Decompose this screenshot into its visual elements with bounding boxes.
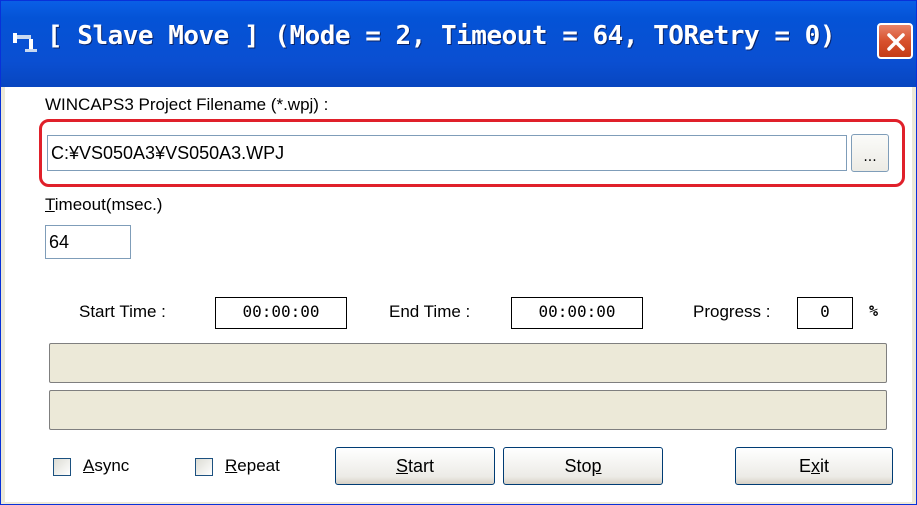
exit-button-rest: it: [820, 456, 829, 476]
end-time-label: End Time :: [389, 302, 471, 321]
progress-bar-secondary: [49, 390, 887, 430]
start-button-key: S: [395, 456, 408, 476]
start-time-value: 00:00:00: [215, 297, 347, 329]
start-time-label: Start Time :: [79, 302, 166, 321]
slave-move-dialog: [ Slave Move ] (Mode = 2, Timeout = 64, …: [0, 0, 917, 505]
close-icon: [887, 33, 905, 51]
exit-button-key: x: [811, 456, 820, 476]
timeout-label-key: T: [45, 195, 55, 214]
project-filename-input[interactable]: C:¥VS050A3¥VS050A3.WPJ: [47, 135, 847, 171]
progress-bar-primary: [49, 343, 887, 383]
stop-button[interactable]: Stop: [503, 447, 663, 485]
timeout-input[interactable]: 64: [45, 225, 131, 259]
title-bar[interactable]: [ Slave Move ] (Mode = 2, Timeout = 64, …: [1, 1, 916, 87]
end-time-value: 00:00:00: [511, 297, 643, 329]
async-label[interactable]: Async: [83, 456, 129, 476]
async-checkbox[interactable]: [53, 458, 71, 476]
repeat-checkbox[interactable]: [195, 458, 213, 476]
window-title: [ Slave Move ] (Mode = 2, Timeout = 64, …: [47, 21, 835, 51]
progress-label: Progress :: [693, 302, 771, 321]
stop-button-pre: Sto: [564, 456, 592, 476]
async-label-rest: sync: [94, 456, 130, 475]
repeat-label-key: R: [225, 456, 238, 475]
browse-button[interactable]: ...: [851, 134, 889, 172]
repeat-label-rest: epeat: [237, 456, 280, 475]
project-filename-label: WINCAPS3 Project Filename (*.wpj) :: [45, 95, 329, 114]
exit-button[interactable]: Exit: [735, 447, 893, 485]
exit-button-pre: E: [798, 456, 811, 476]
repeat-label[interactable]: Repeat: [225, 456, 280, 476]
stop-button-key: p: [591, 456, 602, 476]
dialog-body: WINCAPS3 Project Filename (*.wpj) : C:¥V…: [5, 87, 912, 502]
timeout-label-rest: imeout(msec.): [54, 195, 163, 214]
progress-value: 0: [797, 297, 853, 329]
async-label-key: A: [83, 456, 95, 475]
start-button[interactable]: Start: [335, 447, 495, 485]
close-button[interactable]: [877, 23, 913, 59]
progress-percent-unit: %: [869, 302, 879, 320]
timeout-label: Timeout(msec.): [45, 195, 162, 215]
robot-arm-icon: [11, 27, 41, 57]
start-button-rest: tart: [408, 456, 435, 476]
